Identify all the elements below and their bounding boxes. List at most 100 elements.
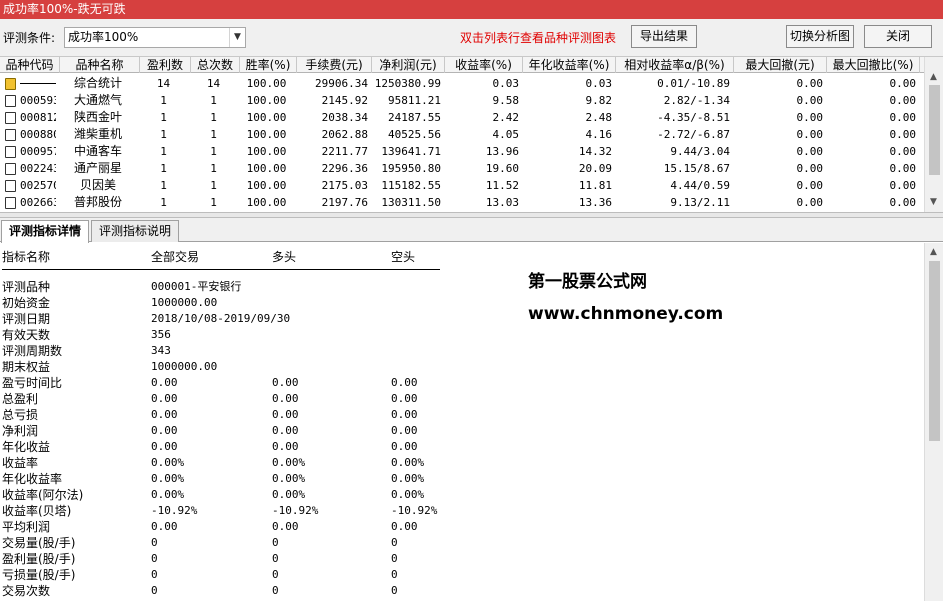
cell-total: 1: [210, 162, 217, 175]
metric-all: 1000000.00: [151, 360, 218, 373]
detail-scrollbar[interactable]: ▲: [924, 243, 943, 601]
metric-all: -10.92%: [151, 504, 198, 517]
column-header-maxdd[interactable]: 最大回撤(元): [734, 57, 827, 73]
table-row[interactable]: 000880 潍柴重机 1 1 100.00 2062.88 40525.56 4.05 4.1…: [0, 126, 924, 143]
metric-short: 0.00: [391, 376, 418, 389]
metric-row: 盈利量(股/手) 0 0 0: [0, 551, 440, 567]
table-row[interactable]: 000957 中通客车 1 1 100.00 2211.77 139641.71 13.96 1…: [0, 143, 924, 160]
table-row[interactable]: 000812 陕西金叶 1 1 100.00 2038.34 24187.55 2.42 2.4…: [0, 109, 924, 126]
condition-select[interactable]: 成功率100% ▼: [64, 27, 246, 48]
table-row[interactable]: 000593 大通燃气 1 1 100.00 2145.92 95811.21 9.58 9.8…: [0, 92, 924, 109]
close-button[interactable]: 关闭: [864, 25, 932, 48]
metric-row: 收益率(阿尔法) 0.00% 0.00% 0.00%: [0, 487, 440, 503]
metric-long: 0.00: [272, 408, 299, 421]
cell-profit: 40525.56: [388, 128, 441, 141]
cell-code: 002243: [20, 162, 56, 175]
table-scrollbar[interactable]: ▲ ▼: [924, 57, 943, 212]
cell-annual: 4.16: [585, 128, 613, 141]
cell-fee: 29906.34: [315, 77, 368, 90]
cell-annual: 2.48: [585, 111, 613, 124]
metric-short: 0.00: [391, 424, 418, 437]
cell-maxdd: 0.00: [796, 94, 824, 107]
cell-annual: 11.81: [578, 179, 612, 192]
cell-name: 潍柴重机: [73, 127, 122, 141]
document-icon: [5, 180, 16, 192]
watermark-title: 第一股票公式网: [528, 272, 647, 292]
metric-all: 0.00%: [151, 488, 185, 501]
tab-detail[interactable]: 评测指标详情: [1, 220, 89, 243]
column-header-wins[interactable]: 盈利数: [140, 57, 191, 73]
cell-ret: 19.60: [485, 162, 519, 175]
scroll-up-icon[interactable]: ▲: [930, 247, 937, 257]
cell-wins: 1: [160, 196, 167, 209]
scroll-thumb[interactable]: [929, 261, 940, 441]
metric-long: 0.00: [272, 520, 299, 533]
cell-ret: 11.52: [485, 179, 519, 192]
cell-wins: 14: [156, 77, 171, 90]
table-row[interactable]: 002663 普邦股份 1 1 100.00 2197.76 130311.50 13.03 1…: [0, 194, 924, 211]
metric-row: 总盈利 0.00 0.00 0.00: [0, 391, 440, 407]
cell-fee: 2211.77: [321, 145, 368, 158]
scroll-up-icon[interactable]: ▲: [930, 72, 937, 82]
cell-code: 000957: [20, 145, 56, 158]
detail-tabs: 评测指标详情 评测指标说明: [0, 218, 943, 243]
cell-relative: 0.01/-10.89: [657, 77, 730, 90]
cell-fee: 2038.34: [321, 111, 368, 124]
cell-name: 通产丽星: [73, 161, 122, 175]
metric-name: 期末权益: [2, 360, 51, 374]
cell-name: 贝因美: [79, 178, 116, 192]
table-row[interactable]: 综合统计 14 14 100.00 29906.34 1250380.99 0.03 0.03…: [0, 75, 924, 92]
cell-fee: 2296.36: [321, 162, 368, 175]
table-row[interactable]: 002570 贝因美 1 1 100.00 2175.03 115182.55 11.52 11…: [0, 177, 924, 194]
metric-all: 0.00%: [151, 472, 185, 485]
column-header-annual[interactable]: 年化收益率(%): [523, 57, 616, 73]
column-header-fee[interactable]: 手续费(元): [297, 57, 372, 73]
cell-ret: 2.42: [492, 111, 520, 124]
chevron-down-icon[interactable]: ▼: [229, 28, 245, 47]
cell-name: 大通燃气: [73, 93, 122, 107]
metric-all: 0.00: [151, 424, 178, 437]
cell-winrate: 100.00: [246, 128, 287, 141]
tab-explain[interactable]: 评测指标说明: [91, 220, 179, 242]
column-header-total[interactable]: 总次数: [191, 57, 240, 73]
column-header-code[interactable]: 品种代码: [0, 57, 60, 73]
cell-winrate: 100.00: [246, 111, 287, 124]
cell-code: 000593: [20, 94, 56, 107]
column-header-ret[interactable]: 收益率(%): [445, 57, 523, 73]
cell-fee: 2145.92: [321, 94, 368, 107]
scroll-thumb[interactable]: [929, 85, 940, 175]
cell-annual: 20.09: [578, 162, 612, 175]
switch-chart-button[interactable]: 切换分析图: [786, 25, 854, 48]
cell-winrate: 100.00: [246, 162, 287, 175]
column-header-name[interactable]: 品种名称: [60, 57, 140, 73]
table-row[interactable]: 002243 通产丽星 1 1 100.00 2296.36 195950.80 19.60 2…: [0, 160, 924, 177]
metric-row: 年化收益率 0.00% 0.00% 0.00%: [0, 471, 440, 487]
metric-long: 0.00%: [272, 472, 306, 485]
metric-long: 0.00%: [272, 456, 306, 469]
column-header-relative[interactable]: 相对收益率α/β(%): [616, 57, 734, 73]
cell-maxddpct: 0.00: [889, 179, 917, 192]
metric-name: 总亏损: [2, 408, 39, 422]
metric-row: 平均利润 0.00 0.00 0.00: [0, 519, 440, 535]
column-header-maxddpct[interactable]: 最大回撤比(%): [827, 57, 920, 73]
cell-ret: 0.03: [492, 77, 520, 90]
metric-row: 盈亏时间比 0.00 0.00 0.00: [0, 375, 440, 391]
cell-maxdd: 0.00: [796, 179, 824, 192]
metric-name: 净利润: [2, 424, 39, 438]
metric-row: 亏损量(股/手) 0 0 0: [0, 567, 440, 583]
cell-code: 002663: [20, 196, 56, 209]
cell-relative: -2.72/-6.87: [657, 128, 730, 141]
metric-name: 年化收益率: [2, 472, 63, 486]
metric-all: 0: [151, 568, 158, 581]
metric-short: 0.00%: [391, 472, 425, 485]
export-button[interactable]: 导出结果: [631, 25, 697, 48]
metric-name: 平均利润: [2, 520, 51, 534]
scroll-down-icon[interactable]: ▼: [930, 197, 937, 207]
column-header-winrate[interactable]: 胜率(%): [240, 57, 297, 73]
cell-profit: 95811.21: [388, 94, 441, 107]
cell-wins: 1: [160, 94, 167, 107]
column-header-profit[interactable]: 净利润(元): [372, 57, 445, 73]
condition-label: 评测条件:: [3, 31, 56, 45]
cell-maxdd: 0.00: [796, 196, 824, 209]
cell-total: 1: [210, 128, 217, 141]
